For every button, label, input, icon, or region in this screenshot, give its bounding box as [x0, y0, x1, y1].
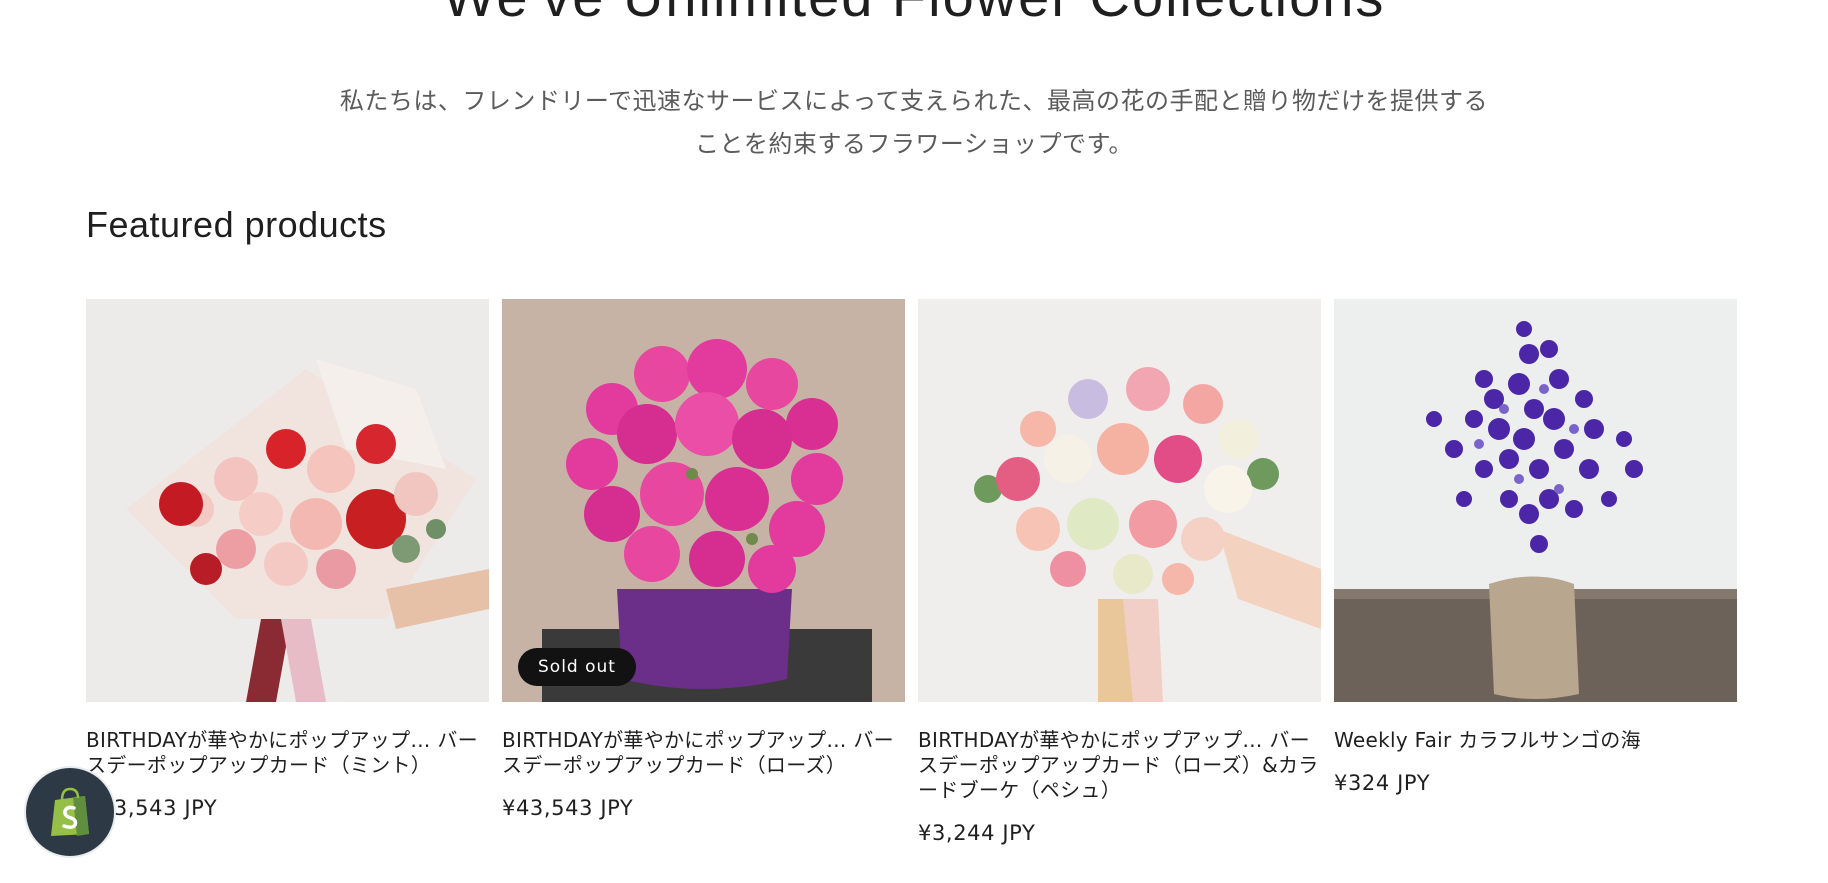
product-price: ¥324 JPY — [1334, 771, 1431, 795]
product-title[interactable]: BIRTHDAYが華やかにポップアップ… バースデーポップアップカード（ローズ） — [502, 728, 905, 778]
shopify-badge-button[interactable] — [26, 768, 114, 856]
product-title[interactable]: BIRTHDAYが華やかにポップアップ… バースデーポップアップカード（ミント） — [86, 728, 489, 778]
product-price: ¥3,244 JPY — [918, 821, 1036, 845]
product-price: ¥43,543 JPY — [502, 796, 634, 820]
product-title[interactable]: BIRTHDAYが華やかにポップアップ… バースデーポップアップカード（ローズ）… — [918, 728, 1321, 803]
product-card[interactable]: BIRTHDAYが華やかにポップアップ… バースデーポップアップカード（ミント）… — [86, 299, 489, 822]
shopify-bag-icon — [51, 787, 89, 836]
bouquet-peach-mix-image — [918, 299, 1321, 702]
hero-description: 私たちは、フレンドリーで迅速なサービスによって支えられた、最高の花の手配と贈り物… — [339, 87, 1489, 158]
delphinium-vase-image — [1334, 299, 1737, 702]
product-card[interactable]: Weekly Fair カラフルサンゴの海 ¥324 JPY — [1334, 299, 1737, 797]
product-image[interactable] — [1334, 299, 1737, 702]
bouquet-magenta-roses-image — [502, 299, 905, 702]
sold-out-badge: Sold out — [518, 648, 636, 686]
product-card[interactable]: Sold out BIRTHDAYが華やかにポップアップ… バースデーポップアッ… — [502, 299, 905, 822]
product-image[interactable] — [918, 299, 1321, 702]
product-image[interactable]: Sold out — [502, 299, 905, 702]
product-price: ¥43,543 JPY — [86, 796, 218, 820]
product-title[interactable]: Weekly Fair カラフルサンゴの海 — [1334, 728, 1737, 753]
featured-products-heading: Featured products — [86, 204, 387, 245]
hero-title: We've Unlimited Flower Collections — [0, 0, 1828, 29]
product-card[interactable]: BIRTHDAYが華やかにポップアップ… バースデーポップアップカード（ローズ）… — [918, 299, 1321, 847]
bouquet-red-pink-image — [86, 299, 489, 702]
product-image[interactable] — [86, 299, 489, 702]
